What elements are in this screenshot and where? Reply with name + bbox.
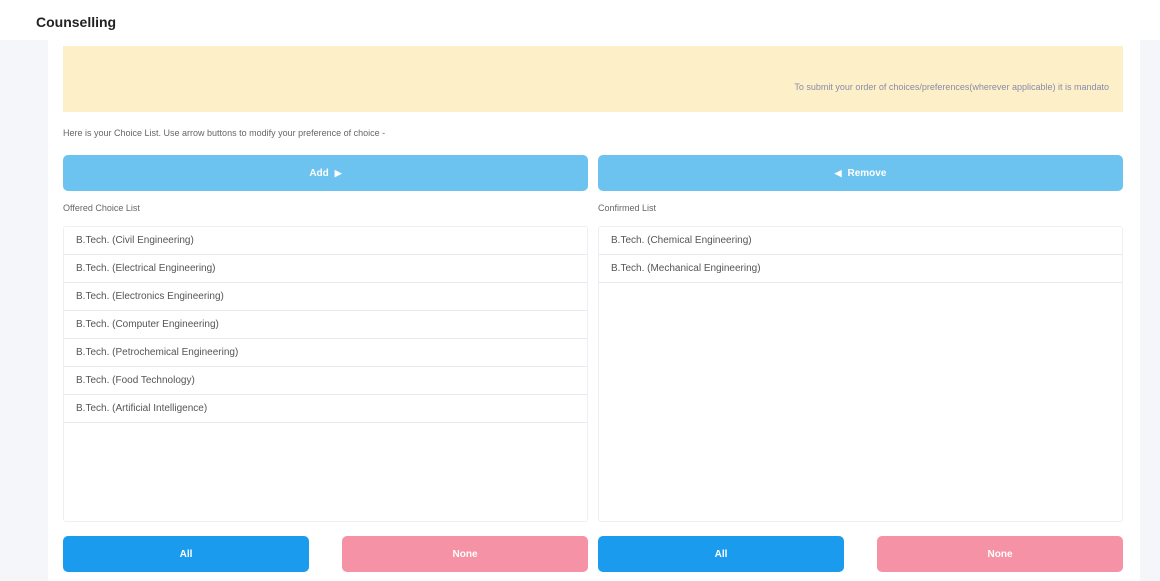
select-none-confirmed-button[interactable]: None — [877, 536, 1123, 572]
confirmed-list[interactable]: B.Tech. (Chemical Engineering) B.Tech. (… — [598, 226, 1123, 522]
remove-button[interactable]: ◀ Remove — [598, 155, 1123, 191]
triangle-left-icon: ◀ — [834, 167, 842, 178]
list-item[interactable]: B.Tech. (Food Technology) — [64, 367, 587, 395]
select-all-offered-button[interactable]: All — [63, 536, 309, 572]
list-item[interactable]: B.Tech. (Petrochemical Engineering) — [64, 339, 587, 367]
remove-button-label: Remove — [847, 167, 887, 179]
list-item[interactable]: B.Tech. (Electrical Engineering) — [64, 255, 587, 283]
list-item[interactable]: B.Tech. (Civil Engineering) — [64, 227, 587, 255]
offered-choice-list[interactable]: B.Tech. (Civil Engineering) B.Tech. (Ele… — [63, 226, 588, 522]
list-item[interactable]: B.Tech. (Mechanical Engineering) — [599, 255, 1122, 283]
notice-banner: To submit your order of choices/preferen… — [63, 46, 1123, 112]
select-all-confirmed-button[interactable]: All — [598, 536, 844, 572]
confirmed-list-label: Confirmed List — [598, 203, 657, 213]
notice-text: To submit your order of choices/preferen… — [794, 82, 1109, 92]
list-item[interactable]: B.Tech. (Electronics Engineering) — [64, 283, 587, 311]
offered-list-label: Offered Choice List — [63, 203, 140, 213]
instruction-text: Here is your Choice List. Use arrow butt… — [63, 128, 386, 138]
add-button-label: Add — [309, 167, 329, 179]
list-item[interactable]: B.Tech. (Chemical Engineering) — [599, 227, 1122, 255]
top-bar: Counselling — [0, 0, 1160, 40]
select-none-offered-button[interactable]: None — [342, 536, 588, 572]
list-item[interactable]: B.Tech. (Artificial Intelligence) — [64, 395, 587, 423]
list-item[interactable]: B.Tech. (Computer Engineering) — [64, 311, 587, 339]
add-button[interactable]: Add ▶ — [63, 155, 588, 191]
page-title: Counselling — [36, 14, 117, 30]
triangle-right-icon: ▶ — [334, 167, 342, 178]
